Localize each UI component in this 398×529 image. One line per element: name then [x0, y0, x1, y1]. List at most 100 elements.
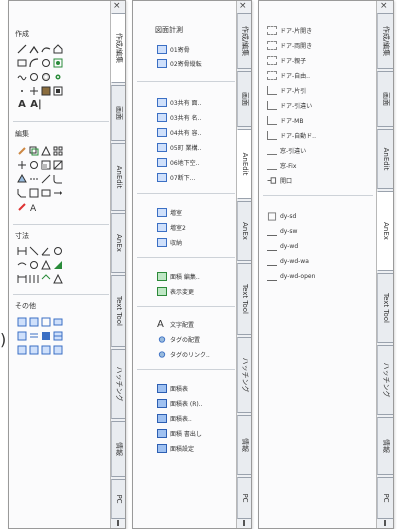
line-icon[interactable] [17, 44, 27, 54]
list-item[interactable]: タグの配置 [157, 334, 200, 344]
list-item[interactable]: 面積 編集.. [157, 271, 200, 281]
mtext-icon[interactable]: A| [29, 100, 43, 110]
tab-text-tool[interactable]: Text Tool [377, 273, 393, 343]
list-item[interactable]: 02寄骨縦転 [157, 58, 202, 68]
list-item[interactable]: ドア-自由.. [267, 70, 310, 80]
radius-dim-icon[interactable] [53, 246, 63, 256]
dot-icon[interactable] [17, 86, 27, 96]
offset-icon[interactable] [29, 188, 39, 198]
tab-create-edit[interactable]: 作成/編集 [237, 13, 251, 69]
close-icon[interactable]: × [380, 1, 388, 11]
order-icon[interactable] [41, 345, 51, 355]
leader-icon[interactable] [53, 274, 63, 284]
stretch-icon[interactable] [53, 160, 63, 170]
scale-icon[interactable] [41, 160, 51, 170]
tab-text-tool[interactable]: Text Tool [237, 263, 251, 335]
chamfer-icon[interactable] [17, 188, 27, 198]
list-item[interactable]: 03共有 面.. [157, 97, 201, 107]
list-item[interactable]: 05町 業構.. [157, 142, 201, 152]
tolerance-icon[interactable] [41, 260, 51, 270]
aligned-dim-icon[interactable] [29, 246, 39, 256]
rotate-icon[interactable] [29, 160, 39, 170]
list-item[interactable]: ドア-引違い [267, 100, 312, 110]
purge-icon[interactable] [53, 345, 63, 355]
list-item[interactable]: ドア-両開き [267, 40, 312, 50]
tab-hatching[interactable]: ハッチング [111, 349, 125, 419]
xref-icon[interactable] [41, 317, 51, 327]
lengthen-icon[interactable] [53, 188, 63, 198]
ordinate-dim-icon[interactable] [29, 260, 39, 270]
list-item[interactable]: 面積表.. [157, 413, 192, 423]
pencil-icon[interactable] [17, 202, 27, 212]
text-icon[interactable]: A [17, 100, 27, 110]
list-item[interactable]: 面積 書出し [157, 428, 202, 438]
resize-grip[interactable] [237, 518, 251, 528]
list-item[interactable]: 増室 [157, 207, 182, 217]
continue-dim-icon[interactable] [29, 274, 39, 284]
tab-anedit[interactable]: AnEdit [377, 129, 393, 189]
group-icon[interactable] [17, 345, 27, 355]
center-mark-icon[interactable] [53, 260, 63, 270]
tab-hatching[interactable]: ハッチング [237, 337, 251, 413]
move-icon[interactable] [17, 160, 27, 170]
properties-icon[interactable] [29, 331, 39, 341]
list-item[interactable]: 04共有 容.. [157, 127, 201, 137]
fillet-icon[interactable] [53, 174, 63, 184]
resize-grip[interactable] [111, 518, 125, 528]
dimension-icon[interactable] [29, 86, 39, 96]
linear-dim-icon[interactable] [17, 246, 27, 256]
list-item[interactable]: 面積表 (R).. [157, 398, 203, 408]
tab-text-tool[interactable]: Text Tool [111, 275, 125, 347]
list-item[interactable]: タグのリンク.. [157, 349, 210, 359]
list-item[interactable]: 窓-Fix [267, 160, 296, 170]
layer-icon[interactable] [17, 331, 27, 341]
arc-arrow-icon[interactable] [41, 44, 51, 54]
mirror-icon[interactable] [41, 146, 51, 156]
list-item[interactable]: ドア-片開き [267, 25, 312, 35]
table-icon[interactable] [53, 331, 63, 341]
tab-pc[interactable]: PC [377, 477, 393, 519]
circle-icon[interactable] [41, 58, 51, 68]
region-icon[interactable] [53, 86, 63, 96]
baseline-dim-icon[interactable] [17, 274, 27, 284]
diameter-dim-icon[interactable] [17, 260, 27, 270]
list-item[interactable]: ドア-自動ド.. [267, 130, 316, 140]
resize-grip[interactable] [377, 518, 393, 528]
explode-icon[interactable] [41, 188, 51, 198]
rectangle-icon[interactable] [17, 58, 27, 68]
tab-create-edit[interactable]: 作成/編集 [377, 13, 393, 69]
list-item[interactable]: dy-wd-open [267, 271, 315, 281]
tab-anex[interactable]: AnEx [377, 191, 393, 271]
list-item[interactable]: 03共有 名.. [157, 112, 201, 122]
arc-icon[interactable] [29, 58, 39, 68]
hatch-icon[interactable] [41, 86, 51, 96]
tab-pc[interactable]: PC [237, 477, 251, 519]
list-item[interactable]: 07断下... [157, 172, 195, 182]
polyline-icon[interactable] [29, 44, 39, 54]
tab-pc[interactable]: PC [111, 479, 125, 519]
erase-icon[interactable] [17, 146, 27, 156]
list-item[interactable]: ドア-片引 [267, 85, 306, 95]
edit-text-icon[interactable]: A [29, 202, 39, 212]
angular-dim-icon[interactable] [41, 246, 51, 256]
tab-anex[interactable]: AnEx [111, 213, 125, 273]
copy-icon[interactable] [29, 146, 39, 156]
tab-anedit[interactable]: AnEdit [111, 143, 125, 211]
list-item[interactable]: 増室2 [157, 222, 186, 232]
close-icon[interactable]: × [113, 1, 121, 11]
tab-info[interactable]: 情報 [237, 415, 251, 475]
list-item[interactable]: A 文字配置 [157, 319, 194, 329]
tab-anedit[interactable]: AnEdit [237, 129, 251, 199]
list-item[interactable]: dy-sw [267, 226, 297, 236]
make-block-icon[interactable] [29, 317, 39, 327]
list-item[interactable]: 面積設定 [157, 443, 194, 453]
spline-icon[interactable] [17, 72, 27, 82]
quick-dim-icon[interactable] [41, 274, 51, 284]
cloud-icon[interactable] [29, 72, 39, 82]
list-item[interactable]: 窓-引違い [267, 145, 306, 155]
tab-create-edit[interactable]: 作成/編集 [111, 13, 125, 83]
ellipse-icon[interactable] [53, 58, 63, 68]
list-item[interactable]: 収納 [157, 237, 182, 247]
extend-icon[interactable] [29, 174, 39, 184]
tab-screen[interactable]: 画面 [377, 71, 393, 127]
